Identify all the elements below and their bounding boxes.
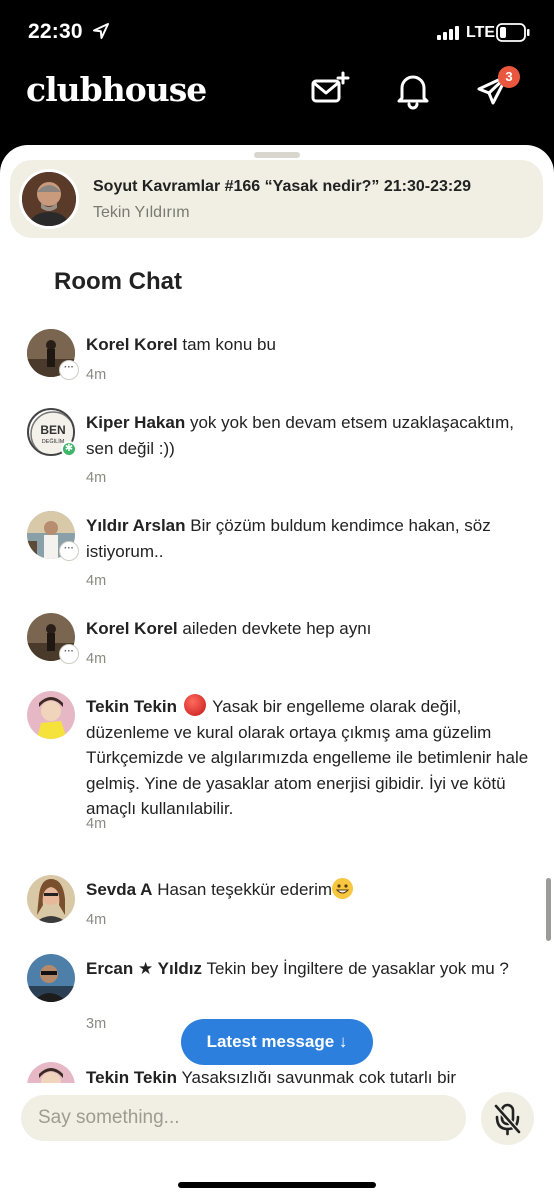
message-time: 4m: [86, 573, 107, 589]
chat-list[interactable]: ··· Korel Korel tam konu bu 4m BEN DEĞİLİ…: [0, 315, 554, 1083]
avatar[interactable]: [27, 691, 75, 739]
notification-badge: 3: [498, 66, 520, 88]
avatar[interactable]: [27, 954, 75, 1002]
message-text: Yıldır Arslan Bir çözüm buldum kendimce …: [86, 513, 531, 564]
message-time: 4m: [86, 470, 107, 486]
host-avatar: [19, 169, 79, 229]
mute-mic-button[interactable]: [481, 1092, 534, 1145]
network-type: LTE: [466, 24, 496, 41]
room-host: Tekin Yıldırım: [93, 204, 190, 221]
message-input-bar[interactable]: [21, 1095, 466, 1141]
message-text: Tekin Tekin Yasak bir engelleme olarak d…: [86, 694, 531, 822]
message-time: 4m: [86, 912, 107, 928]
chat-bubble-icon: ···: [59, 541, 79, 561]
room-chat-sheet: Soyut Kavramlar #166 “Yasak nedir?” 21:3…: [0, 145, 554, 1200]
message-body: Hasan teşekkür ederim: [157, 880, 333, 899]
message-text: Tekin Tekin Yasaksızlığı savunmak çok tu…: [86, 1065, 531, 1083]
message-time: 3m: [86, 1016, 107, 1032]
cellular-signal-icon: [437, 26, 459, 40]
app-header: clubhouse: [0, 64, 554, 146]
message-text: Korel Korel tam konu bu: [86, 332, 531, 358]
message-text: Korel Korel aileden devkete hep aynı: [86, 616, 531, 642]
muted-microphone-icon: [494, 1103, 521, 1136]
clubhouse-logo: clubhouse: [26, 70, 207, 109]
message-time: 4m: [86, 816, 107, 832]
sender-name[interactable]: Ercan ★ Yıldız: [86, 959, 202, 978]
message-body: Tekin bey İngiltere de yasaklar yok mu ?: [206, 959, 509, 978]
message-text: Kiper Hakan yok yok ben devam etsem uzak…: [86, 410, 531, 461]
chat-bubble-icon: ···: [59, 644, 79, 664]
sender-name[interactable]: Yıldır Arslan: [86, 516, 186, 535]
online-status-icon: ✱: [61, 441, 77, 457]
status-bar: 22:30 LTE: [0, 0, 554, 64]
red-circle-emoji: [183, 694, 206, 716]
sender-name[interactable]: Korel Korel: [86, 335, 178, 354]
message-body: Yasaksızlığı savunmak çok tutarlı bir: [181, 1068, 457, 1083]
message-time: 4m: [86, 367, 107, 383]
sender-name[interactable]: Tekin Tekin: [86, 1068, 177, 1083]
mail-sparkle-icon[interactable]: [310, 70, 350, 110]
sender-name[interactable]: Kiper Hakan: [86, 413, 185, 432]
chat-heading: Room Chat: [54, 268, 182, 295]
message-input[interactable]: [21, 1095, 466, 1141]
scroll-indicator[interactable]: [546, 878, 551, 941]
sender-name[interactable]: Korel Korel: [86, 619, 178, 638]
location-arrow-icon: [93, 23, 109, 39]
room-title: Soyut Kavramlar #166 “Yasak nedir?” 21:3…: [93, 178, 471, 195]
message-text: Sevda A Hasan teşekkür ederim: [86, 877, 531, 903]
sheet-grabber[interactable]: [254, 152, 300, 158]
avatar[interactable]: [27, 1062, 75, 1083]
home-indicator[interactable]: [178, 1182, 376, 1188]
sender-name[interactable]: Tekin Tekin: [86, 697, 177, 716]
sender-name[interactable]: Sevda A: [86, 880, 152, 899]
message-body: tam konu bu: [182, 335, 276, 354]
status-time: 22:30: [28, 20, 83, 43]
grinning-face-emoji: [332, 878, 354, 899]
message-time: 4m: [86, 651, 107, 667]
message-text: Ercan ★ Yıldız Tekin bey İngiltere de ya…: [86, 956, 531, 982]
bell-icon[interactable]: [393, 70, 433, 110]
svg-text:BEN: BEN: [40, 423, 65, 437]
battery-icon: [496, 23, 530, 42]
chat-bubble-icon: ···: [59, 360, 79, 380]
message-body: aileden devkete hep aynı: [182, 619, 372, 638]
room-card[interactable]: Soyut Kavramlar #166 “Yasak nedir?” 21:3…: [10, 160, 543, 238]
latest-message-button[interactable]: Latest message ↓: [181, 1019, 373, 1065]
host-photo: [22, 172, 76, 226]
avatar[interactable]: [27, 875, 75, 923]
